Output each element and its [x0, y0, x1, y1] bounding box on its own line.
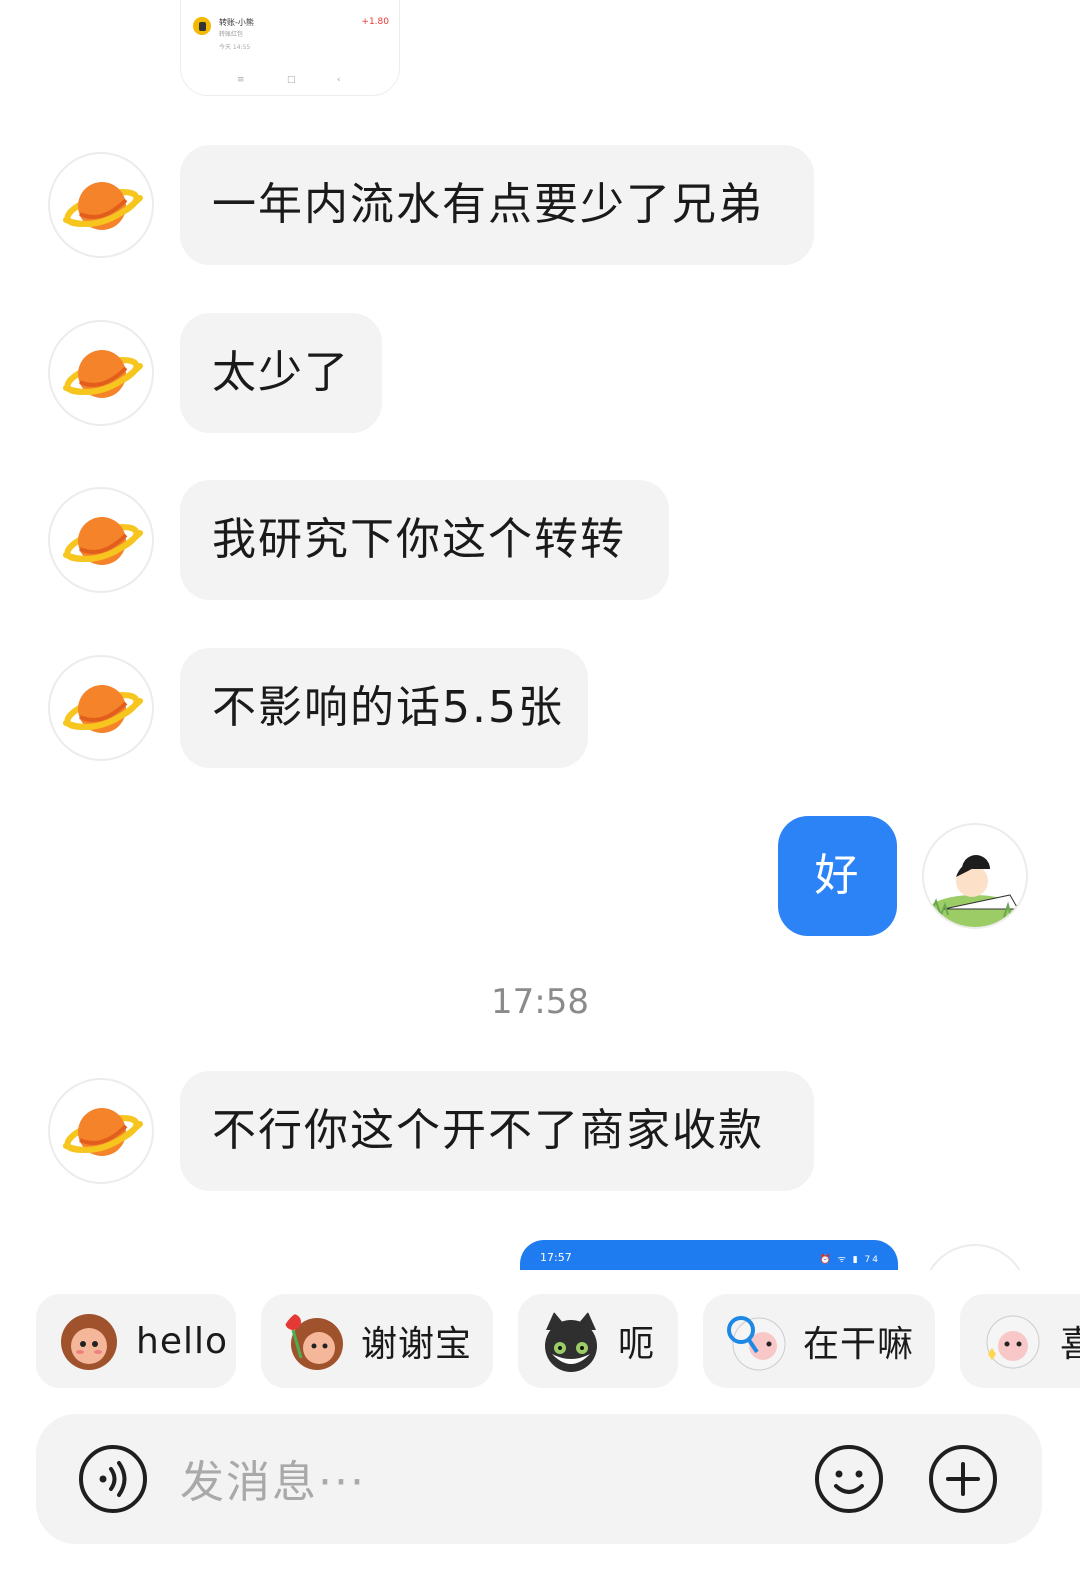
menu-icon: ≡ — [237, 75, 245, 85]
coin-icon — [193, 17, 211, 35]
quick-reply-hello[interactable]: hello — [36, 1294, 236, 1388]
home-icon: □ — [287, 75, 296, 85]
back-icon: ‹ — [337, 75, 341, 85]
monkey-sticker-icon — [56, 1308, 122, 1374]
message-bubble[interactable]: 不影响的话5.5张 — [180, 648, 588, 768]
quick-reply-thanks[interactable]: 谢谢宝 — [261, 1294, 493, 1388]
voice-icon[interactable] — [78, 1444, 148, 1514]
transfer-time: 今天 14:55 — [219, 44, 251, 51]
monkey-flower-sticker-icon — [281, 1308, 347, 1374]
quick-reply-label: hello — [136, 1320, 228, 1362]
transfer-title: 转账-小熊 — [219, 18, 254, 27]
quick-reply-label: 在干嘛 — [803, 1324, 915, 1365]
transfer-record: 转账-小熊 转账红包 今天 14:55 +1.80 — [193, 15, 389, 55]
contact-avatar[interactable] — [48, 1078, 154, 1184]
status-time: 17:57 — [540, 1251, 572, 1264]
status-icons: ⏰ ᯤ ▮ 74 — [819, 1255, 880, 1265]
message-input-bar: 发消息··· — [36, 1414, 1042, 1544]
transfer-amount: +1.80 — [361, 17, 389, 27]
plus-icon[interactable] — [928, 1444, 998, 1514]
screenshot-nav-bar: ≡ □ ‹ — [181, 75, 399, 87]
quick-reply-uh[interactable]: 呃 — [518, 1294, 678, 1388]
message-timestamp: 17:58 — [491, 982, 589, 1022]
contact-avatar[interactable] — [48, 487, 154, 593]
planet-icon — [63, 1108, 143, 1156]
cat-sticker-icon — [538, 1308, 604, 1374]
message-bubble[interactable]: 太少了 — [180, 313, 382, 433]
sheep-magnifier-sticker-icon — [723, 1308, 789, 1374]
sheep-sticker-icon — [980, 1308, 1046, 1374]
planet-icon — [63, 685, 143, 733]
boy-lying-in-grass-icon — [926, 825, 1022, 927]
contact-avatar[interactable] — [48, 320, 154, 426]
quick-reply-happy[interactable]: 喜 — [960, 1294, 1080, 1388]
transfer-subtitle: 转账红包 — [219, 31, 244, 38]
message-bubble[interactable]: 一年内流水有点要少了兄弟 — [180, 145, 814, 265]
planet-icon — [63, 517, 143, 565]
planet-icon — [63, 182, 143, 230]
message-bubble[interactable]: 我研究下你这个转转 — [180, 480, 669, 600]
message-bubble[interactable]: 不行你这个开不了商家收款 — [180, 1071, 814, 1191]
quick-reply-label: 呃 — [618, 1324, 656, 1365]
message-input[interactable]: 发消息··· — [180, 1446, 366, 1510]
contact-avatar[interactable] — [48, 655, 154, 761]
my-avatar[interactable] — [922, 823, 1028, 929]
my-message-bubble[interactable]: 好 — [778, 816, 897, 936]
quick-reply-what-doing[interactable]: 在干嘛 — [703, 1294, 935, 1388]
contact-avatar[interactable] — [48, 152, 154, 258]
shared-screenshot-top[interactable]: 转账-小熊 转账红包 今天 14:55 +1.80 ≡ □ ‹ — [180, 0, 400, 96]
planet-icon — [63, 350, 143, 398]
quick-reply-label: 喜 — [1060, 1324, 1080, 1365]
quick-reply-label: 谢谢宝 — [361, 1324, 473, 1365]
emoji-icon[interactable] — [814, 1444, 884, 1514]
